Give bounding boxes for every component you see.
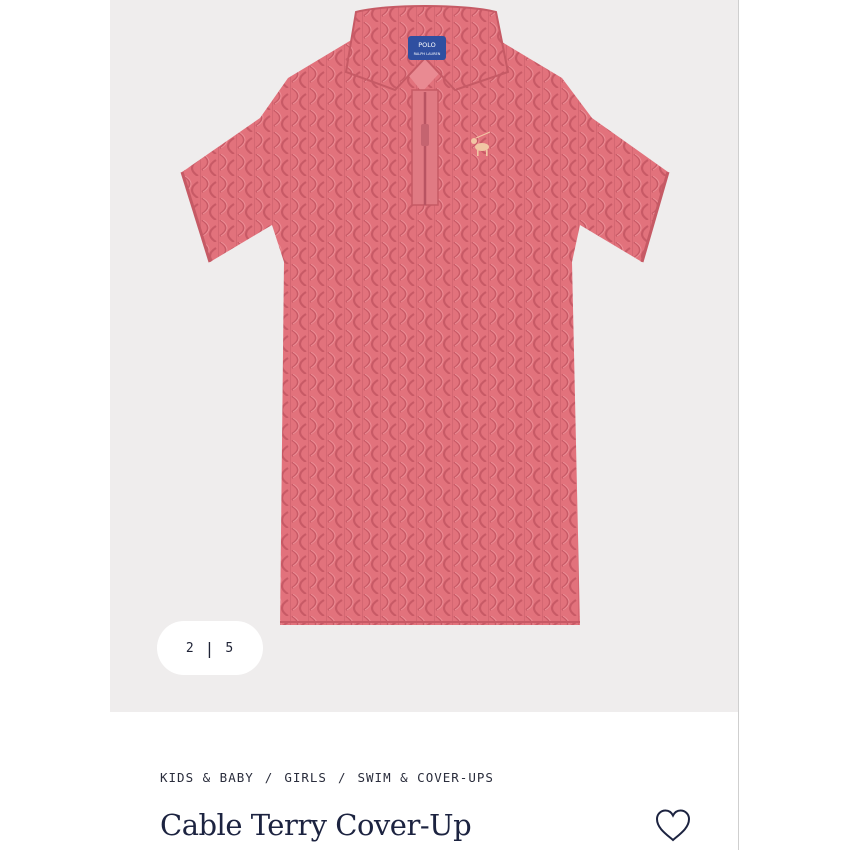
breadcrumb-swim-cover-ups[interactable]: SWIM & COVER-UPS	[358, 770, 494, 785]
cover-up-dress-illustration: POLO RALPH LAUREN	[180, 5, 670, 625]
favorite-button[interactable]	[654, 808, 692, 844]
total-image-count: 5	[225, 640, 235, 656]
breadcrumb: KIDS & BABY / GIRLS / SWIM & COVER-UPS	[160, 770, 494, 785]
breadcrumb-separator: /	[337, 770, 347, 785]
heart-outline-icon	[655, 809, 691, 842]
current-image-number: 2	[185, 640, 195, 656]
page-border	[738, 0, 739, 850]
product-image[interactable]: POLO RALPH LAUREN	[110, 0, 738, 712]
breadcrumb-girls[interactable]: GIRLS	[284, 770, 327, 785]
brand-label-subtext: RALPH LAUREN	[414, 52, 441, 56]
breadcrumb-kids-baby[interactable]: KIDS & BABY	[160, 770, 254, 785]
product-title: Cable Terry Cover-Up	[160, 808, 472, 842]
counter-separator: |	[204, 638, 216, 658]
image-counter: 2 | 5	[157, 621, 263, 675]
breadcrumb-separator: /	[264, 770, 274, 785]
brand-label-text: POLO	[418, 41, 436, 49]
